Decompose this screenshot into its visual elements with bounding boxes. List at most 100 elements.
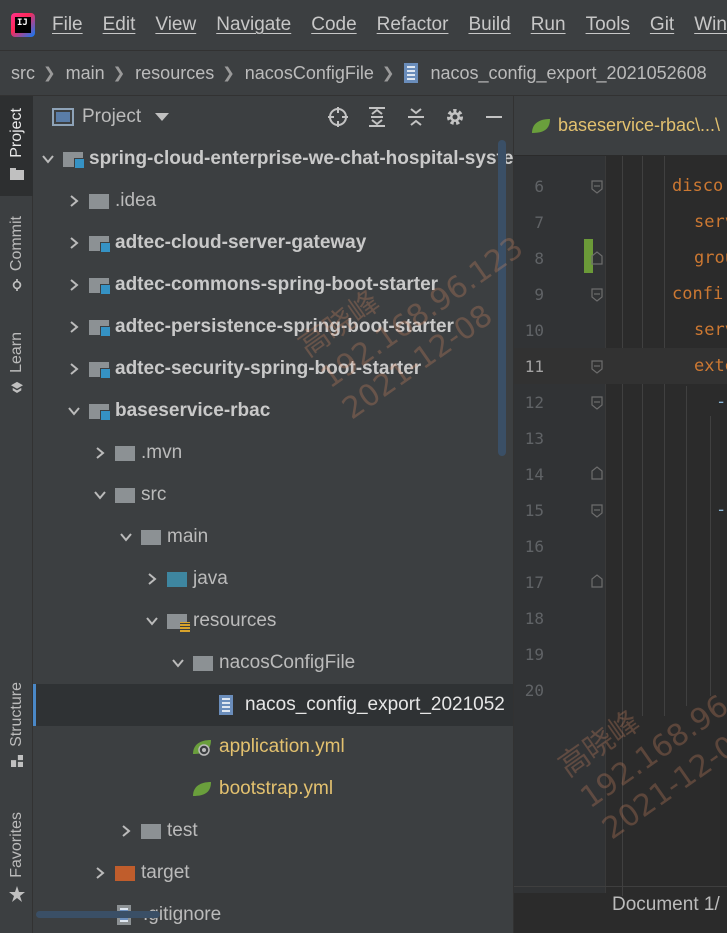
editor-tab-label: baseservice-rbac\...\ — [558, 115, 721, 135]
chevron-right-icon[interactable] — [65, 276, 83, 294]
tree-item-resources[interactable]: resources — [33, 600, 513, 642]
tree-item-security[interactable]: adtec-security-spring-boot-starter — [33, 348, 513, 390]
learn-icon — [10, 381, 23, 393]
tree-item-bootstrap-yml[interactable]: bootstrap.yml — [33, 768, 513, 810]
tool-tab-commit[interactable]: Commit — [0, 204, 33, 304]
fold-marker-icon[interactable] — [591, 180, 603, 194]
fold-marker-icon[interactable] — [591, 396, 603, 410]
line-number: 14 — [524, 464, 544, 484]
tree-item-nacos-config-file[interactable]: nacosConfigFile — [33, 642, 513, 684]
tree-item-main[interactable]: main — [33, 516, 513, 558]
tool-tab-learn[interactable]: Learn — [0, 322, 33, 402]
code-line[interactable]: 13 — [514, 420, 727, 456]
tree-item-label: test — [167, 820, 198, 841]
tree-item-nacos-config-export[interactable]: nacos_config_export_2021052 — [33, 684, 513, 726]
tree-item-test[interactable]: test — [33, 810, 513, 852]
code-line[interactable]: 16 — [514, 528, 727, 564]
minimize-icon[interactable] — [474, 96, 513, 138]
code-line[interactable]: 8 grou — [514, 240, 727, 276]
chevron-right-icon[interactable] — [65, 192, 83, 210]
menu-refactor[interactable]: Refactor — [377, 14, 449, 36]
tree-item-java[interactable]: java — [33, 558, 513, 600]
intellij-logo-icon[interactable]: IJ — [11, 13, 35, 37]
chevron-down-icon[interactable] — [39, 150, 57, 168]
code-line[interactable]: 6 disco — [514, 168, 727, 204]
collapse-all-icon[interactable] — [396, 96, 435, 138]
code-line[interactable]: 14 — [514, 456, 727, 492]
code-line[interactable]: 9 confi — [514, 276, 727, 312]
line-number: 12 — [524, 392, 544, 412]
chevron-down-icon[interactable] — [91, 486, 109, 504]
menu-build[interactable]: Build — [468, 14, 510, 36]
tree-item-src[interactable]: src — [33, 474, 513, 516]
tree-horizontal-scrollbar[interactable] — [36, 911, 160, 918]
tree-item-commons[interactable]: adtec-commons-spring-boot-starter — [33, 264, 513, 306]
expand-all-icon[interactable] — [357, 96, 396, 138]
menu-edit[interactable]: Edit — [103, 14, 136, 36]
chevron-down-icon[interactable] — [169, 654, 187, 672]
chevron-right-icon[interactable] — [117, 822, 135, 840]
menu-window[interactable]: Wind — [694, 14, 727, 36]
fold-marker-icon[interactable] — [591, 466, 603, 480]
breadcrumb-main[interactable]: main — [66, 63, 105, 84]
code-line[interactable]: 19 — [514, 636, 727, 672]
tree-item-target[interactable]: target — [33, 852, 513, 894]
code-line[interactable]: 7 serv — [514, 204, 727, 240]
menu-view[interactable]: View — [155, 14, 196, 36]
gear-icon[interactable] — [435, 96, 474, 138]
chevron-right-icon[interactable] — [65, 360, 83, 378]
menu-file[interactable]: File — [52, 14, 83, 36]
menu-git[interactable]: Git — [650, 14, 674, 36]
locate-file-icon[interactable] — [318, 96, 357, 138]
code-text: - — [716, 392, 727, 412]
line-number: 16 — [524, 536, 544, 556]
menu-code[interactable]: Code — [311, 14, 356, 36]
code-text: confi — [672, 284, 724, 304]
tree-item-gateway[interactable]: adtec-cloud-server-gateway — [33, 222, 513, 264]
fold-marker-icon[interactable] — [591, 288, 603, 302]
tool-tab-structure[interactable]: Structure — [0, 676, 33, 786]
left-tool-strip: Project Commit Learn Structure Favorites — [0, 96, 33, 933]
code-line[interactable]: 12 - — [514, 384, 727, 420]
menu-run[interactable]: Run — [531, 14, 566, 36]
document-status[interactable]: Document 1/ — [612, 894, 720, 916]
chevron-right-icon[interactable] — [91, 864, 109, 882]
chevron-right-icon[interactable] — [143, 570, 161, 588]
code-line[interactable]: 10 serv — [514, 312, 727, 348]
fold-marker-icon[interactable] — [591, 574, 603, 588]
breadcrumb-nacos-config-file[interactable]: nacosConfigFile — [245, 63, 374, 84]
code-line[interactable]: 15 - — [514, 492, 727, 528]
chevron-down-icon[interactable] — [117, 528, 135, 546]
chevron-down-icon[interactable] — [65, 402, 83, 420]
tool-tab-favorites[interactable]: Favorites — [0, 806, 33, 916]
code-line[interactable]: 20 — [514, 672, 727, 708]
tree-item-idea[interactable]: .idea — [33, 180, 513, 222]
editor-tab[interactable]: baseservice-rbac\...\ — [514, 96, 727, 156]
tool-tab-project[interactable]: Project — [0, 96, 33, 196]
folder-icon — [141, 823, 161, 839]
tree-item-root[interactable]: spring-cloud-enterprise-we-chat-hospital… — [33, 138, 513, 180]
code-line[interactable]: 17 — [514, 564, 727, 600]
menu-navigate[interactable]: Navigate — [216, 14, 291, 36]
tree-vertical-scrollbar[interactable] — [498, 140, 506, 456]
breadcrumb-current-file[interactable]: nacos_config_export_2021052608 — [430, 63, 706, 84]
fold-marker-icon[interactable] — [591, 504, 603, 518]
tree-item-mvn[interactable]: .mvn — [33, 432, 513, 474]
fold-marker-icon[interactable] — [591, 360, 603, 374]
code-line-current[interactable]: 11 exte — [514, 348, 727, 384]
code-line[interactable]: 18 — [514, 600, 727, 636]
menu-tools[interactable]: Tools — [586, 14, 630, 36]
breadcrumb-src[interactable]: src — [11, 63, 35, 84]
fold-marker-icon[interactable] — [591, 251, 603, 265]
breadcrumb-resources[interactable]: resources — [135, 63, 214, 84]
tree-item-application-yml[interactable]: application.yml — [33, 726, 513, 768]
tree-item-baseservice-rbac[interactable]: baseservice-rbac — [33, 390, 513, 432]
project-panel-title[interactable]: Project — [82, 106, 141, 128]
chevron-right-icon[interactable] — [65, 234, 83, 252]
tree-item-persistence[interactable]: adtec-persistence-spring-boot-starter — [33, 306, 513, 348]
chevron-right-icon[interactable] — [65, 318, 83, 336]
view-dropdown-icon[interactable] — [155, 113, 170, 121]
chevron-right-icon[interactable] — [91, 444, 109, 462]
chevron-right-icon: ❯ — [43, 65, 56, 82]
chevron-down-icon[interactable] — [143, 612, 161, 630]
